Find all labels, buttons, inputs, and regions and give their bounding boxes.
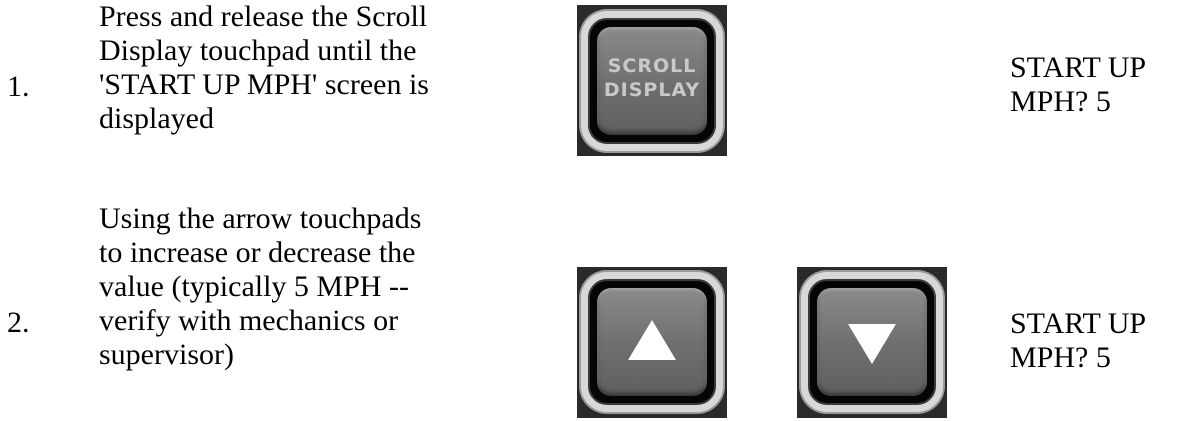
- scroll-display-key-icon: SCROLL DISPLAY: [577, 5, 727, 156]
- step-instruction: Press and release the Scroll Display tou…: [99, 0, 429, 135]
- scroll-key-label-line2: DISPLAY: [603, 79, 701, 101]
- step-number: 2.: [7, 306, 30, 339]
- step-display-readout: START UP MPH? 5: [1010, 307, 1147, 374]
- up-arrow-key-icon: [577, 267, 727, 418]
- step-number: 1.: [7, 70, 30, 103]
- down-arrow-key-icon: [797, 267, 947, 418]
- step-instruction: Using the arrow touchpads to increase or…: [99, 202, 422, 371]
- up-arrow-icon: [628, 320, 676, 360]
- scroll-key-label-line1: SCROLL: [607, 55, 697, 77]
- step-display-readout: START UP MPH? 5: [1010, 51, 1147, 118]
- down-arrow-icon: [848, 324, 896, 364]
